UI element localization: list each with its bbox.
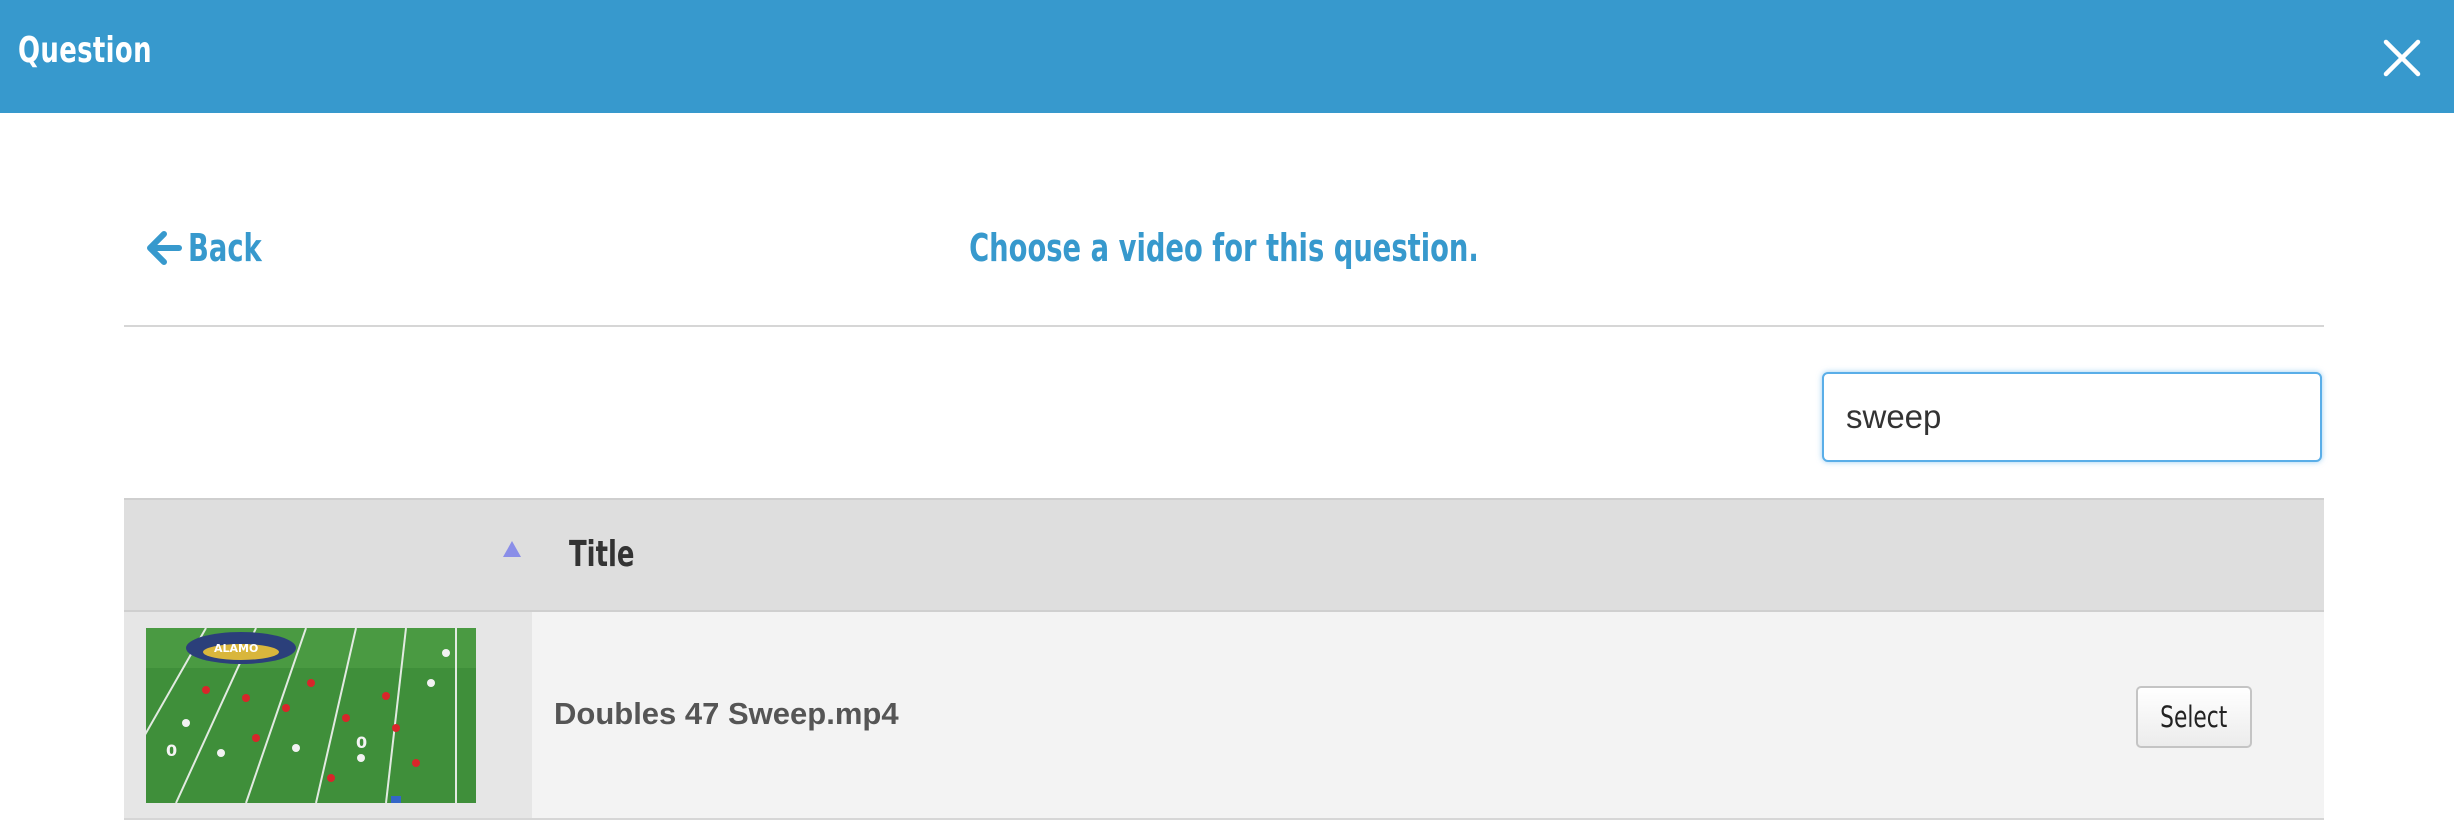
- table-row: ALAMO 0 0 Doubles 47 Sweep.mp4 Select: [124, 612, 2324, 820]
- svg-text:0: 0: [166, 741, 177, 760]
- sort-ascending-icon[interactable]: [502, 540, 522, 558]
- search-input[interactable]: [1822, 372, 2322, 462]
- thumbnail-cell: ALAMO 0 0: [124, 612, 532, 818]
- svg-text:0: 0: [356, 733, 367, 752]
- table-header: Title: [124, 498, 2324, 612]
- video-table: Title ALAMO 0 0 Doubles 47 Sweep.mp4 Sel…: [124, 498, 2324, 820]
- page-heading-text: Choose a video for this question.: [969, 226, 1479, 270]
- close-icon[interactable]: [2380, 36, 2424, 80]
- column-header-title-label: Title: [569, 534, 635, 575]
- modal-title: Question: [18, 30, 152, 71]
- divider: [124, 325, 2324, 327]
- video-thumbnail: ALAMO 0 0: [146, 628, 476, 803]
- page-heading: Choose a video for this question.: [124, 226, 2324, 270]
- select-button-label: Select: [2160, 700, 2228, 734]
- select-button[interactable]: Select: [2136, 686, 2252, 748]
- svg-text:ALAMO: ALAMO: [214, 642, 258, 655]
- modal-header: Question: [0, 0, 2454, 113]
- video-title: Doubles 47 Sweep.mp4: [554, 696, 899, 731]
- column-header-title[interactable]: Title: [569, 534, 660, 575]
- nav-row: Back Choose a video for this question.: [124, 210, 2324, 290]
